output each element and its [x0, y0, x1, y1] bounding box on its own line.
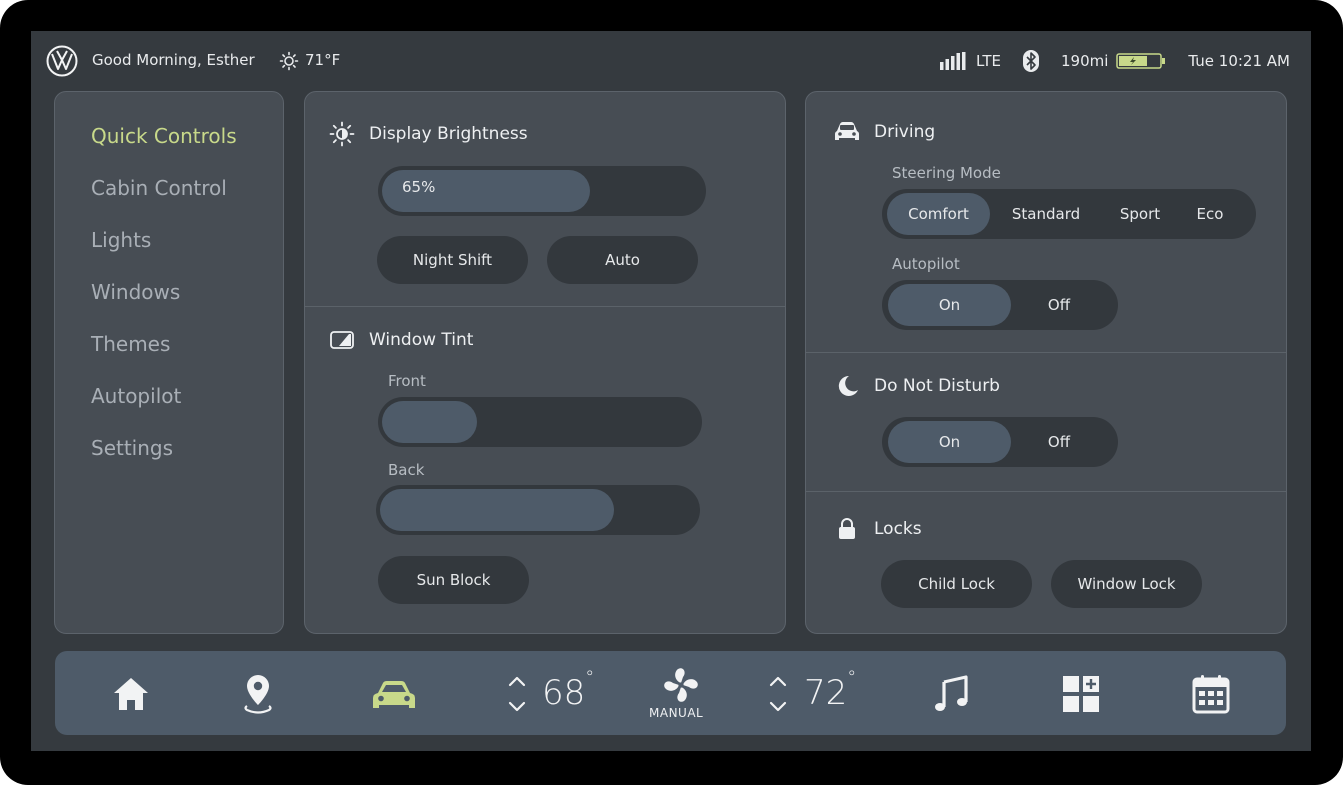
section-divider	[806, 352, 1286, 353]
fan-icon[interactable]	[662, 666, 700, 704]
front-tint-slider[interactable]	[378, 397, 702, 447]
bottom-dock: 68° MANUAL 72°	[55, 651, 1286, 735]
back-tint-slider[interactable]	[376, 485, 700, 535]
steering-option-sport[interactable]: Sport	[1101, 193, 1179, 235]
network-type: LTE	[976, 52, 1001, 70]
steering-option-standard[interactable]: Standard	[994, 193, 1098, 235]
moon-icon	[838, 375, 858, 396]
brand-logo-icon	[46, 45, 78, 77]
location-pin-icon[interactable]	[241, 673, 275, 715]
child-lock-button[interactable]: Child Lock	[881, 560, 1032, 608]
greeting-text: Good Morning, Esther	[92, 51, 255, 69]
signal-strength-icon	[940, 52, 966, 70]
sidebar-item-settings[interactable]: Settings	[91, 436, 173, 460]
window-lock-button[interactable]: Window Lock	[1051, 560, 1202, 608]
car-front-icon	[835, 122, 859, 140]
passenger-temperature-value: 72	[804, 673, 848, 713]
section-divider	[806, 491, 1286, 492]
sidebar-menu: Quick Controls Cabin Control Lights Wind…	[54, 91, 284, 634]
brightness-icon	[329, 121, 355, 147]
date-time: Tue 10:21 AM	[1188, 52, 1290, 70]
locks-title: Locks	[874, 519, 922, 539]
autopilot-toggle: On Off	[882, 280, 1118, 330]
window-tint-icon	[330, 331, 354, 349]
steering-mode-selector: Comfort Standard Sport Eco	[882, 189, 1256, 239]
steering-mode-label: Steering Mode	[892, 164, 1001, 182]
passenger-temperature: 72°	[804, 667, 856, 713]
sidebar-item-lights[interactable]: Lights	[91, 228, 151, 252]
front-tint-label: Front	[388, 372, 426, 390]
autopilot-off-option[interactable]: Off	[1012, 284, 1106, 326]
music-note-icon[interactable]	[931, 674, 971, 714]
section-divider	[305, 306, 785, 307]
calendar-icon[interactable]	[1191, 673, 1231, 715]
display-brightness-title: Display Brightness	[369, 124, 528, 144]
night-shift-button[interactable]: Night Shift	[377, 236, 528, 284]
sidebar-item-themes[interactable]: Themes	[91, 332, 170, 356]
brightness-slider[interactable]: 65%	[378, 166, 706, 216]
outside-temperature: 71°F	[305, 51, 341, 69]
battery-icon	[1116, 53, 1166, 69]
right-panel: Driving Steering Mode Comfort Standard S…	[805, 91, 1287, 634]
home-icon[interactable]	[112, 675, 150, 713]
steering-option-eco[interactable]: Eco	[1182, 193, 1238, 235]
dnd-off-option[interactable]: Off	[1012, 421, 1106, 463]
center-panel: Display Brightness 65% Night Shift Auto …	[304, 91, 786, 634]
dnd-on-option[interactable]: On	[888, 421, 1011, 463]
driver-temp-stepper-icon[interactable]	[506, 673, 528, 715]
apps-grid-icon[interactable]	[1061, 674, 1101, 714]
car-icon[interactable]	[370, 677, 418, 713]
steering-option-comfort[interactable]: Comfort	[887, 193, 990, 235]
device-bezel: Good Morning, Esther 71°F LTE 190mi Tue …	[0, 0, 1343, 785]
auto-brightness-button[interactable]: Auto	[547, 236, 698, 284]
weather-sun-icon	[279, 51, 299, 71]
sidebar-item-autopilot[interactable]: Autopilot	[91, 384, 181, 408]
passenger-temp-stepper-icon[interactable]	[767, 673, 789, 715]
brightness-value: 65%	[402, 178, 436, 196]
lock-icon	[839, 518, 855, 539]
bluetooth-icon	[1022, 50, 1039, 72]
back-tint-label: Back	[388, 461, 425, 479]
front-tint-slider-fill	[382, 401, 477, 443]
status-bar: Good Morning, Esther 71°F LTE 190mi Tue …	[31, 31, 1311, 91]
degree-symbol: °	[585, 667, 595, 688]
do-not-disturb-toggle: On Off	[882, 417, 1118, 467]
infotainment-screen: Good Morning, Esther 71°F LTE 190mi Tue …	[31, 31, 1311, 751]
sun-block-button[interactable]: Sun Block	[378, 556, 529, 604]
sidebar-item-windows[interactable]: Windows	[91, 280, 180, 304]
fan-mode-label: MANUAL	[649, 706, 704, 720]
sidebar-item-cabin-control[interactable]: Cabin Control	[91, 176, 227, 200]
sidebar-item-quick-controls[interactable]: Quick Controls	[91, 124, 237, 148]
status-indicators: LTE 190mi Tue 10:21 AM	[940, 49, 1290, 73]
do-not-disturb-title: Do Not Disturb	[874, 376, 1000, 396]
driving-title: Driving	[874, 122, 936, 142]
battery-range: 190mi	[1060, 52, 1109, 70]
window-tint-title: Window Tint	[369, 330, 474, 350]
autopilot-label: Autopilot	[892, 255, 960, 273]
degree-symbol: °	[847, 667, 857, 688]
driver-temperature-value: 68	[542, 673, 586, 713]
driver-temperature: 68°	[542, 667, 594, 713]
back-tint-slider-fill	[380, 489, 614, 531]
autopilot-on-option[interactable]: On	[888, 284, 1011, 326]
